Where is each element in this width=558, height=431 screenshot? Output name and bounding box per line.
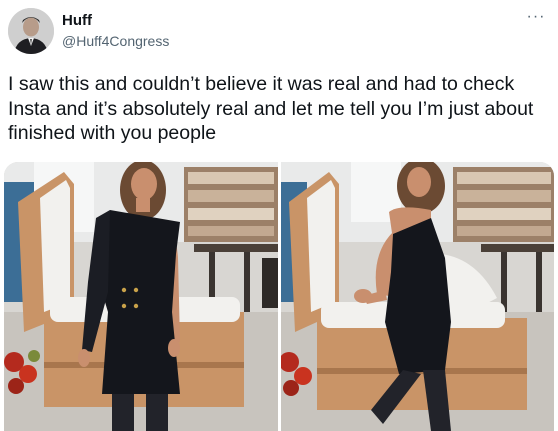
photo-1[interactable] <box>4 162 278 431</box>
author-avatar[interactable] <box>8 8 54 54</box>
ellipsis-icon[interactable]: ··· <box>524 8 548 26</box>
photo-2[interactable] <box>280 162 554 431</box>
user-avatar-icon <box>8 8 54 54</box>
media-grid <box>4 162 554 431</box>
author-handle[interactable]: @Huff4Congress <box>62 33 169 49</box>
tweet-text: I saw this and couldn’t believe it was r… <box>8 73 534 144</box>
author-display-name[interactable]: Huff <box>62 12 92 29</box>
tweet-card: Huff @Huff4Congress ··· I saw this and c… <box>0 0 558 431</box>
